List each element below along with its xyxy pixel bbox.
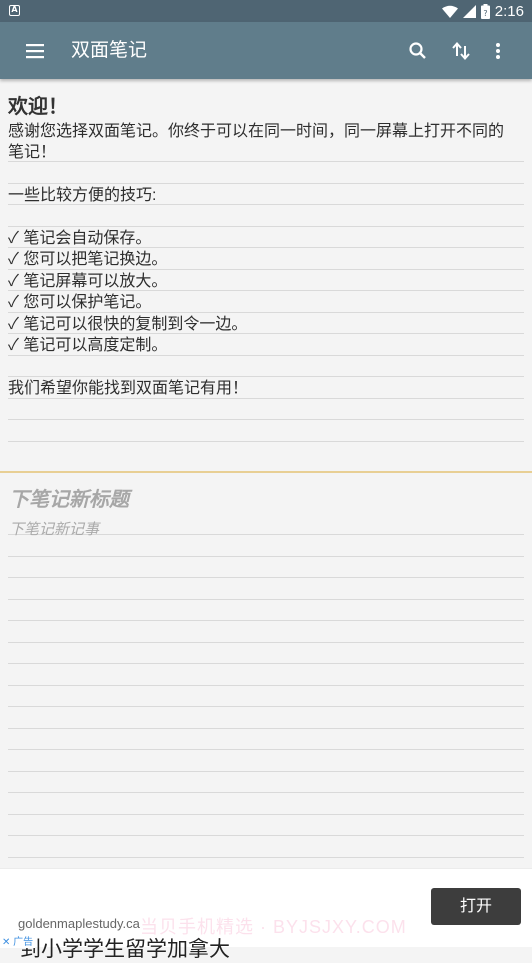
top-note-body[interactable]: 感谢您选择双面笔记。你终于可以在同一时间，同一屏幕上打开不同的笔记！ 一些比较方… [8,121,518,399]
search-icon [409,42,426,59]
app-toolbar: 双面笔记 [0,22,532,79]
swap-notes-button[interactable] [446,36,476,66]
status-bar: A ? 2:16 [0,0,532,22]
top-note-pane[interactable]: 欢迎！ 感谢您选择双面笔记。你终于可以在同一时间，同一屏幕上打开不同的笔记！ 一… [0,80,532,471]
menu-button[interactable] [20,36,50,66]
svg-text:?: ? [483,9,487,18]
signal-icon [462,4,476,18]
bottom-note-pane[interactable]: 下笔记新标题 下笔记新记事 [0,473,532,868]
ad-headline[interactable]: 到小学学生留学加拿大 [20,933,230,963]
ad-open-button[interactable]: 打开 [431,888,521,925]
bottom-note-title-placeholder[interactable]: 下笔记新标题 [9,483,129,512]
status-time: 2:16 [494,2,524,20]
bottom-note-body-placeholder[interactable]: 下笔记新记事 [9,518,99,539]
wifi-icon [441,5,458,18]
swap-vertical-icon [452,41,470,61]
more-options-button[interactable] [483,36,513,66]
battery-icon: ? [480,3,490,19]
menu-icon [26,44,44,59]
search-button[interactable] [403,36,433,66]
top-note-title[interactable]: 欢迎！ [8,90,68,119]
ad-domain: goldenmaplestudy.ca [18,916,140,931]
notification-app-icon: A [9,5,20,16]
ad-banner[interactable]: 当贝手机精选 · BYJSJXY.COM goldenmaplestudy.ca… [0,868,532,961]
app-title: 双面笔记 [71,40,148,61]
more-vert-icon [496,43,500,59]
